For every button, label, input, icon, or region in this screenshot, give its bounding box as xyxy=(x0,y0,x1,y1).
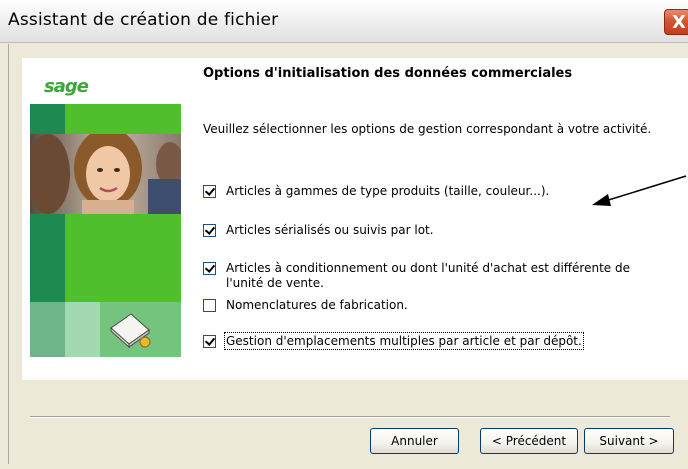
close-button[interactable]: X xyxy=(664,9,688,35)
checkbox-unchecked[interactable] xyxy=(203,299,216,312)
option-emplacements-multiples[interactable]: Gestion d'emplacements multiples par art… xyxy=(203,332,673,352)
decor-stripe xyxy=(65,104,181,134)
option-label: Articles sérialisés ou suivis par lot. xyxy=(226,223,434,237)
annotation-arrow xyxy=(592,175,687,206)
previous-button[interactable]: < Précédent xyxy=(480,428,578,454)
checkbox-checked[interactable] xyxy=(203,262,216,275)
sage-logo: sage xyxy=(44,76,89,97)
disk-icon xyxy=(110,313,151,349)
option-articles-serialises[interactable]: Articles sérialisés ou suivis par lot. xyxy=(203,223,673,241)
wizard-side-panel: sage xyxy=(30,66,181,357)
checkbox-checked[interactable] xyxy=(203,185,216,198)
checkbox-checked[interactable] xyxy=(203,335,216,348)
close-icon: X xyxy=(672,12,686,33)
option-label: Gestion d'emplacements multiples par art… xyxy=(224,332,584,350)
decor-stripe xyxy=(30,214,65,302)
option-nomenclatures[interactable]: Nomenclatures de fabrication. xyxy=(203,298,673,316)
title-bar: Assistant de création de fichier X xyxy=(0,0,688,43)
next-button[interactable]: Suivant > xyxy=(584,428,674,454)
window-title: Assistant de création de fichier xyxy=(8,10,279,30)
footer-separator xyxy=(30,416,670,418)
wizard-window: Assistant de création de fichier X sage xyxy=(0,0,688,469)
option-label: Articles à conditionnement ou dont l'uni… xyxy=(226,261,630,290)
decor-stripe xyxy=(65,214,181,302)
cancel-button[interactable]: Annuler xyxy=(370,428,459,454)
option-articles-conditionnement[interactable]: Articles à conditionnement ou dont l'uni… xyxy=(203,261,673,293)
option-label: Nomenclatures de fabrication. xyxy=(226,298,408,312)
decor-footer xyxy=(30,302,181,357)
portrait-photo xyxy=(30,134,181,214)
page-intro: Veuillez sélectionner les options de ges… xyxy=(203,122,652,136)
checkbox-checked[interactable] xyxy=(203,224,216,237)
decor-stripe xyxy=(30,104,65,134)
page-title: Options d'initialisation des données com… xyxy=(203,66,573,81)
option-label-text: Gestion d'emplacements multiples par art… xyxy=(224,332,584,350)
